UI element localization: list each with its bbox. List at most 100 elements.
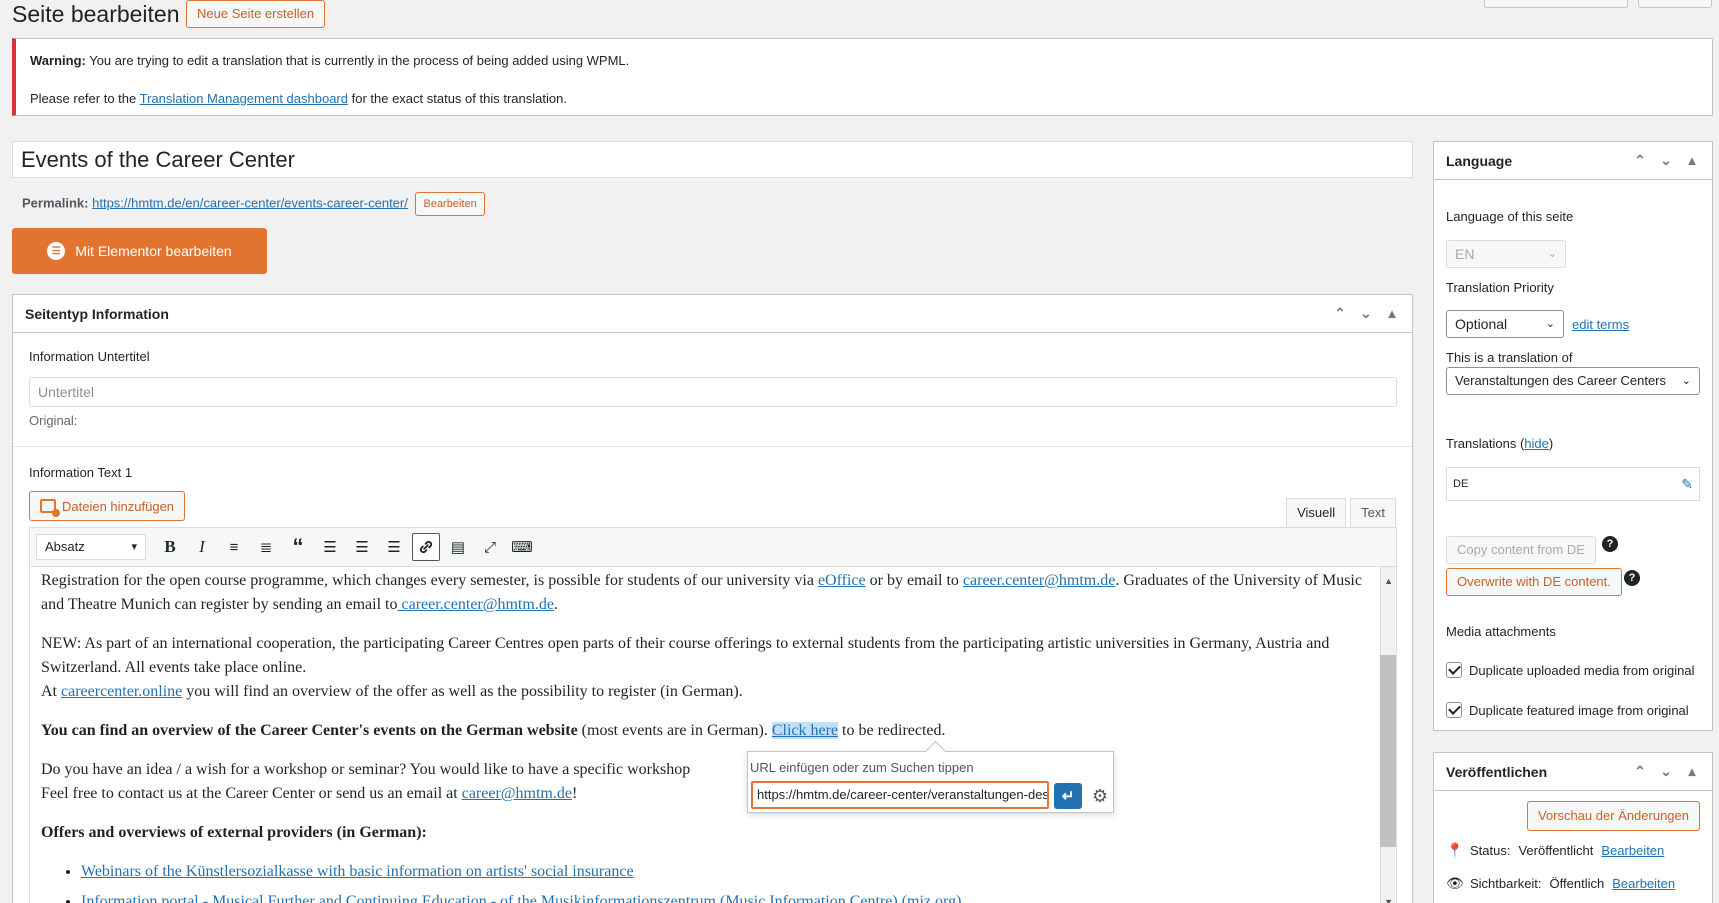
hide-link[interactable]: hide [1524,436,1549,451]
translation-of-select[interactable]: Veranstaltungen des Career Centers ⌄ [1446,367,1700,395]
chevron-down-icon: ⌄ [1545,318,1555,330]
language-label: Language of this seite [1446,209,1574,224]
text: Registration for the open course program… [41,572,818,589]
text-field-label: Information Text 1 [29,465,133,480]
move-up-icon[interactable]: ⌃ [1632,763,1648,780]
collapse-icon[interactable]: ▴ [1684,152,1700,169]
move-up-icon[interactable]: ⌃ [1332,305,1348,322]
move-down-icon[interactable]: ⌄ [1358,305,1374,322]
bullet-list-icon[interactable]: ≡ [220,533,248,561]
post-title-input[interactable]: Events of the Career Center [12,141,1413,178]
status-edit-link[interactable]: Bearbeiten [1601,843,1664,858]
translations-label: Translations (hide) [1446,436,1554,451]
careercenter-online-link[interactable]: careercenter.online [61,683,182,700]
language-title: Language [1446,152,1513,169]
help-icon[interactable]: ? [1624,570,1640,586]
new-page-button[interactable]: Neue Seite erstellen [186,0,326,28]
scroll-thumb[interactable] [1380,655,1396,847]
screen-options-button[interactable] [1484,0,1628,8]
warning-text: Warning: You are trying to edit a transl… [30,51,1698,71]
help-icon[interactable]: ? [1602,536,1618,552]
priority-select[interactable]: Optional ⌄ [1446,310,1564,338]
paragraph: Registration for the open course program… [41,569,1366,617]
collapse-icon[interactable]: ▴ [1384,305,1400,322]
subtitle-input[interactable]: Untertitel [29,377,1397,407]
permalink-url[interactable]: https://hmtm.de/en/career-center/events-… [92,195,408,210]
divider [13,446,1412,447]
blockquote-icon[interactable]: “ [284,533,312,561]
paragraph: Offers and overviews of external provide… [41,821,1366,845]
tab-text[interactable]: Text [1350,498,1396,528]
bold-text: Offers and overviews of external provide… [41,824,427,841]
permalink-edit-button[interactable]: Bearbeiten [415,192,485,216]
elementor-edit-button[interactable]: ☰ Mit Elementor bearbeiten [12,228,267,274]
visibility-edit-link[interactable]: Bearbeiten [1612,876,1675,891]
move-down-icon[interactable]: ⌄ [1658,763,1674,780]
text: ! [571,785,578,802]
offers-list: Webinars of the Künstlersozialkasse with… [81,860,1366,903]
list-link[interactable]: Information portal - Musical Further and… [81,893,961,903]
format-select[interactable]: Absatz ▾ [36,534,146,560]
paragraph: You can find an overview of the Career C… [41,719,1366,743]
dup-media-checkbox-row[interactable]: Duplicate uploaded media from original [1446,661,1696,681]
language-controls: ⌃ ⌄ ▴ [1632,152,1700,169]
list-link[interactable]: Webinars of the Künstlersozialkasse with… [81,863,634,880]
checkbox-checked[interactable] [1446,662,1462,678]
read-more-icon[interactable]: ▤ [444,533,472,561]
list-item: Information portal - Musical Further and… [81,890,1366,903]
enter-icon: ↵ [1061,788,1075,805]
link-icon[interactable] [412,533,440,561]
scroll-down-icon[interactable]: ▼ [1384,890,1393,903]
preview-changes-button[interactable]: Vorschau der Änderungen [1526,801,1700,831]
click-here-link[interactable]: Click here [771,722,839,739]
editor-scrollbar[interactable]: ▲ ▼ [1380,567,1396,903]
collapse-icon[interactable]: ▴ [1684,763,1700,780]
translation-lang: DE [1453,478,1469,490]
tab-visual[interactable]: Visuell [1286,498,1347,528]
language-metabox: Language ⌃ ⌄ ▴ Language of this seite EN… [1433,141,1713,731]
link-apply-button[interactable]: ↵ [1054,783,1082,809]
email-link[interactable]: career@hmtm.de [462,785,572,802]
chevron-down-icon: ⌄ [1681,375,1691,387]
checkbox-checked[interactable] [1446,702,1462,718]
scroll-up-icon[interactable]: ▲ [1384,569,1393,593]
translation-management-link[interactable]: Translation Management dashboard [140,91,348,106]
visibility-row: 👁 Sichtbarkeit: Öffentlich Bearbeiten [1446,875,1675,892]
dup-featured-checkbox-row[interactable]: Duplicate featured image from original [1446,701,1708,721]
add-media-button[interactable]: Dateien hinzufügen [29,491,186,521]
page-title: Seite bearbeiten [12,1,180,27]
pencil-icon[interactable]: ✎ [1681,476,1693,493]
fullscreen-icon[interactable]: ⤢ [476,533,504,561]
align-left-icon[interactable]: ☰ [316,533,344,561]
align-right-icon[interactable]: ☰ [380,533,408,561]
priority-value: Optional [1455,316,1508,332]
overwrite-button[interactable]: Overwrite with DE content. [1446,568,1622,596]
email-link[interactable]: career.center@hmtm.de [397,596,553,613]
align-center-icon[interactable]: ☰ [348,533,376,561]
visibility-label: Sichtbarkeit: [1470,876,1542,891]
wpml-warning-notice: Warning: You are trying to edit a transl… [12,38,1713,116]
move-up-icon[interactable]: ⌃ [1632,152,1648,169]
bold-icon[interactable]: B [156,533,184,561]
language-header: Language ⌃ ⌄ ▴ [1434,142,1712,180]
help-button[interactable] [1638,0,1712,8]
editor-tabs: Visuell Text [1286,498,1396,528]
move-down-icon[interactable]: ⌄ [1658,152,1674,169]
text: . [553,596,558,613]
warning-label: Warning: [30,53,86,68]
email-link[interactable]: career.center@hmtm.de [963,572,1115,589]
paragraph: Do you have an idea / a wish for a works… [41,758,1366,806]
numbered-list-icon[interactable]: ≣ [252,533,280,561]
copy-content-button[interactable]: Copy content from DE [1446,536,1596,564]
italic-icon[interactable]: I [188,533,216,561]
editor-content[interactable]: Registration for the open course program… [29,567,1397,903]
publish-metabox: Veröffentlichen ⌃ ⌄ ▴ Vorschau der Änder… [1433,752,1713,903]
text: to be redirected. [838,722,946,739]
translation-of-value: Veranstaltungen des Career Centers [1455,373,1667,388]
link-url-input[interactable]: https://hmtm.de/career-center/veranstalt… [751,781,1049,809]
elementor-edit-label: Mit Elementor bearbeiten [75,243,232,259]
keyboard-icon[interactable]: ⌨ [508,533,536,561]
eoffice-link[interactable]: eOffice [818,572,866,589]
edit-terms-link[interactable]: edit terms [1572,317,1629,332]
gear-icon[interactable]: ⚙ [1088,783,1112,809]
